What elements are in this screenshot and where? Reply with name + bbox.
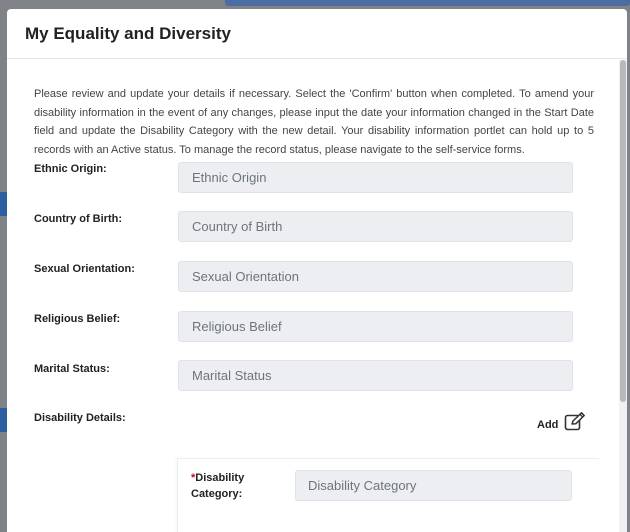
background-tab-marker — [0, 408, 7, 432]
ethnic-origin-field[interactable]: Ethnic Origin — [178, 162, 573, 193]
sexual-orientation-label: Sexual Orientation: — [34, 263, 135, 275]
sexual-orientation-field[interactable]: Sexual Orientation — [178, 261, 573, 292]
modal-header: My Equality and Diversity — [7, 9, 627, 59]
intro-text: Please review and update your details if… — [34, 88, 594, 156]
add-disability-button[interactable]: Add — [537, 412, 586, 432]
modal-body: Please review and update your details if… — [7, 60, 627, 532]
scrollbar-thumb[interactable] — [620, 60, 626, 402]
disability-category-field[interactable]: Disability Category — [295, 470, 572, 501]
background-header-strip — [225, 0, 630, 6]
marital-status-field[interactable]: Marital Status — [178, 360, 573, 391]
religious-belief-field[interactable]: Religious Belief — [178, 311, 573, 342]
modal-title: My Equality and Diversity — [25, 23, 231, 43]
edit-icon[interactable] — [564, 412, 586, 432]
add-label: Add — [537, 419, 559, 431]
scrollbar-track[interactable] — [619, 60, 627, 532]
disability-record-card: *Disability Category: Disability Categor… — [177, 458, 599, 532]
equality-diversity-modal: My Equality and Diversity Please review … — [7, 9, 627, 532]
religious-belief-label: Religious Belief: — [34, 313, 121, 325]
marital-status-label: Marital Status: — [34, 363, 110, 375]
ethnic-origin-label: Ethnic Origin: — [34, 163, 107, 175]
disability-details-label: Disability Details: — [34, 412, 126, 424]
background-tab-marker — [0, 192, 7, 216]
country-of-birth-label: Country of Birth: — [34, 213, 122, 225]
country-of-birth-field[interactable]: Country of Birth — [178, 211, 573, 242]
disability-category-label: *Disability Category: — [191, 472, 245, 500]
